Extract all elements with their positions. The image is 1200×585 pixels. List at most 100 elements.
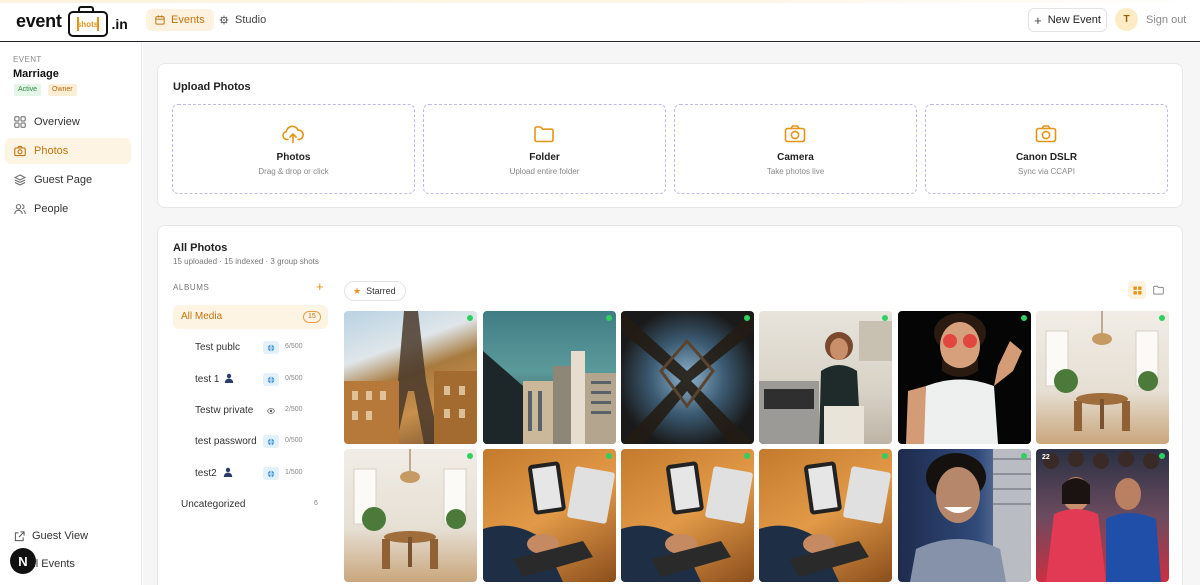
folder-icon (534, 126, 554, 143)
layers-icon (14, 174, 26, 186)
globe-icon (263, 435, 279, 448)
face-count-tag: 22 (1042, 454, 1050, 461)
all-photos-card: All Photos 15 uploaded · 15 indexed · 3 … (157, 225, 1183, 585)
all-photos-title: All Photos (173, 242, 228, 254)
sidebar-item-photos[interactable]: Photos (5, 138, 131, 164)
starred-filter-button[interactable]: ★ Starred (344, 281, 406, 301)
hand-holding-tablet-image (759, 461, 891, 582)
upload-option-camera[interactable]: Camera Take photos live (674, 104, 917, 194)
hand-holding-tablet-image (483, 461, 615, 582)
status-badge-owner: Owner (48, 84, 77, 96)
grid-icon (1132, 285, 1142, 295)
online-indicator (606, 453, 612, 459)
avatar[interactable]: T (1115, 8, 1138, 31)
album-name: Testw private (195, 405, 254, 416)
gear-icon (219, 15, 229, 25)
new-event-button[interactable]: + New Event (1028, 8, 1107, 32)
brand-lens-text: shots (76, 17, 99, 31)
camera-icon (1035, 125, 1057, 143)
upload-option-title: Camera (777, 152, 814, 163)
sidebar-item-overview[interactable]: Overview (5, 109, 131, 135)
online-indicator (467, 315, 473, 321)
top-bar: event shots .in Events Studio + New Even… (0, 0, 1200, 42)
guest-view-label: Guest View (32, 530, 89, 542)
album-name: Uncategorized (181, 499, 246, 510)
globe-icon (263, 467, 279, 480)
sidebar-item-guest-page[interactable]: Guest Page (5, 167, 131, 193)
event-label: EVENT (13, 55, 42, 64)
album-name: test 1 (195, 374, 220, 385)
upload-option-subtitle: Upload entire folder (509, 167, 580, 176)
hand-holding-tablet-image (621, 461, 753, 582)
eiffel-tower-street-image (344, 311, 477, 444)
upload-option-title: Folder (529, 152, 560, 163)
external-link-icon (14, 530, 25, 541)
online-indicator (1159, 453, 1165, 459)
n-badge[interactable]: N (10, 548, 36, 574)
album-count: 2/500 (285, 406, 303, 413)
upload-option-photos[interactable]: Photos Drag & drop or click (172, 104, 415, 194)
plus-icon: + (1034, 12, 1042, 28)
dining-room-image (1045, 311, 1159, 431)
album-item[interactable]: test password 0/500 (173, 430, 328, 454)
all-photos-stats: 15 uploaded · 15 indexed · 3 group shots (173, 257, 319, 266)
album-uncategorized[interactable]: Uncategorized 6 (173, 493, 328, 517)
tab-events[interactable]: Events (146, 9, 214, 31)
album-item[interactable]: test2 1/500 (173, 462, 328, 486)
photo-thumbnail[interactable] (898, 449, 1031, 582)
sign-out-link[interactable]: Sign out (1146, 14, 1186, 26)
tab-events-label: Events (171, 14, 205, 26)
tab-studio[interactable]: Studio (210, 9, 275, 31)
grid-view-button[interactable] (1128, 281, 1146, 299)
album-name: test2 (195, 468, 217, 479)
online-indicator (1021, 315, 1027, 321)
add-album-button[interactable]: + (316, 279, 324, 294)
photo-thumbnail[interactable] (621, 311, 754, 444)
photo-thumbnail[interactable] (344, 311, 477, 444)
main-content: Upload Photos Photos Drag & drop or clic… (143, 43, 1200, 585)
cloud-upload-icon (282, 125, 304, 144)
brand-word-event: event (16, 10, 62, 31)
sidebar-item-label: People (34, 203, 69, 215)
album-name: Test publc (195, 342, 241, 353)
upload-option-title: Photos (276, 152, 311, 163)
photo-thumbnail[interactable] (759, 311, 892, 444)
photo-thumbnail[interactable] (759, 449, 892, 582)
sidebar-item-people[interactable]: People (5, 196, 131, 222)
top-stripe (0, 0, 1200, 3)
album-all-media[interactable]: All Media 15 (173, 305, 328, 329)
group-wedding-image (1043, 451, 1161, 582)
album-item[interactable]: Testw private 2/500 (173, 399, 328, 423)
upload-option-canon-dslr[interactable]: Canon DSLR Sync via CCAPI (925, 104, 1168, 194)
photo-thumbnail[interactable] (898, 311, 1031, 444)
photo-thumbnail[interactable] (1036, 311, 1169, 444)
upload-option-folder[interactable]: Folder Upload entire folder (423, 104, 666, 194)
camera-icon (14, 145, 26, 157)
sidebar-item-label: Guest Page (34, 174, 93, 186)
album-count: 6 (314, 500, 318, 507)
photo-thumbnail[interactable] (621, 449, 754, 582)
online-indicator (606, 315, 612, 321)
online-indicator (882, 315, 888, 321)
guest-view-link[interactable]: Guest View (14, 530, 88, 542)
sidebar: EVENT Marriage Active Owner Overview Pho… (0, 42, 142, 585)
brand-word-domain: .in (111, 16, 128, 32)
upload-title: Upload Photos (173, 81, 251, 93)
album-item[interactable]: Test publc 6/500 (173, 336, 328, 360)
grid-icon (14, 116, 26, 128)
album-count: 15 (303, 311, 321, 323)
brand-logo[interactable]: event shots .in (16, 2, 128, 40)
folder-view-button[interactable] (1149, 281, 1167, 299)
photo-thumbnail[interactable] (344, 449, 477, 582)
smiling-man-image (910, 449, 1031, 582)
sidebar-item-label: Overview (34, 116, 80, 128)
photo-thumbnail[interactable] (483, 311, 616, 444)
upload-option-title: Canon DSLR (1015, 152, 1078, 163)
users-icon (14, 204, 26, 215)
photo-thumbnail[interactable]: 22 (1036, 449, 1169, 582)
online-indicator (744, 453, 750, 459)
online-indicator (1021, 453, 1027, 459)
photo-thumbnail[interactable] (483, 449, 616, 582)
status-badge-active: Active (14, 84, 42, 96)
album-item[interactable]: test 1 0/500 (173, 368, 328, 392)
